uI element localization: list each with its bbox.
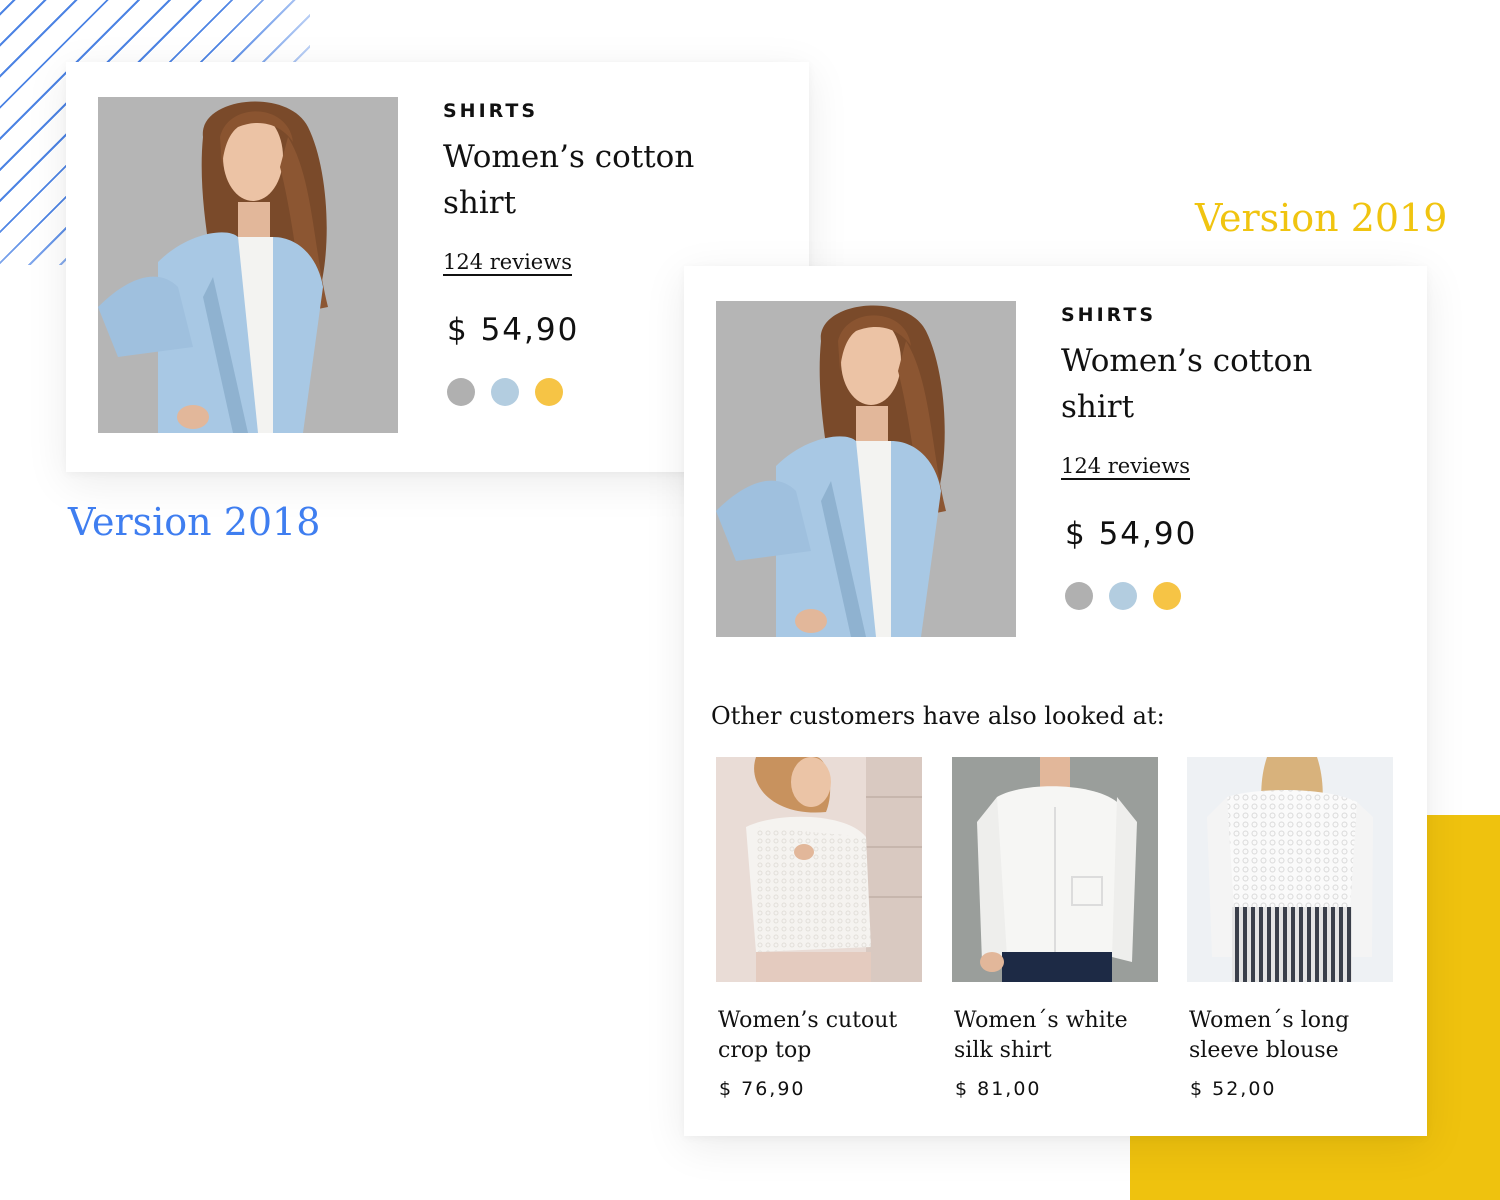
recommendation-price: $ 76,90 (719, 1078, 806, 1100)
product-photo[interactable] (716, 301, 1016, 637)
recommendation-photo[interactable] (716, 757, 922, 982)
recommendation-item[interactable]: Women’s cutout crop top $ 76,90 (716, 757, 922, 1100)
category-label: SHIRTS (1061, 304, 1157, 326)
color-swatches (443, 378, 703, 406)
product-title: Women’s cotton shirt (1061, 343, 1313, 425)
swatch-yellow[interactable] (535, 378, 563, 406)
category-label: SHIRTS (443, 100, 539, 122)
product-info: SHIRTS Women’s cotton shirt 124 reviews … (1061, 304, 1321, 610)
product-photo[interactable] (98, 97, 398, 433)
recommendation-photo[interactable] (952, 757, 1158, 982)
recommendations-heading: Other customers have also looked at: (711, 702, 1165, 730)
version-2019-label: Version 2019 (1195, 196, 1448, 240)
recommendation-title: Women’s cutout crop top (718, 1008, 898, 1063)
swatch-yellow[interactable] (1153, 582, 1181, 610)
recommendation-item[interactable]: Women´s long sleeve blouse $ 52,00 (1187, 757, 1393, 1100)
recommendation-title: Women´s white silk shirt (954, 1008, 1128, 1063)
product-card-2019: SHIRTS Women’s cotton shirt 124 reviews … (684, 266, 1427, 1136)
swatch-gray[interactable] (1065, 582, 1093, 610)
recommendation-title: Women´s long sleeve blouse (1189, 1008, 1350, 1063)
version-2018-label: Version 2018 (68, 500, 321, 544)
swatch-light-blue[interactable] (491, 378, 519, 406)
reviews-link[interactable]: 124 reviews (443, 250, 572, 274)
reviews-link[interactable]: 124 reviews (1061, 454, 1190, 478)
product-price: $ 54,90 (1065, 516, 1198, 552)
color-swatches (1061, 582, 1321, 610)
swatch-light-blue[interactable] (1109, 582, 1137, 610)
product-title: Women’s cotton shirt (443, 139, 695, 221)
swatch-gray[interactable] (447, 378, 475, 406)
recommendation-price: $ 81,00 (955, 1078, 1042, 1100)
product-price: $ 54,90 (447, 312, 580, 348)
product-info: SHIRTS Women’s cotton shirt 124 reviews … (443, 100, 703, 406)
recommendation-price: $ 52,00 (1190, 1078, 1277, 1100)
recommendation-item[interactable]: Women´s white silk shirt $ 81,00 (952, 757, 1158, 1100)
recommendation-photo[interactable] (1187, 757, 1393, 982)
